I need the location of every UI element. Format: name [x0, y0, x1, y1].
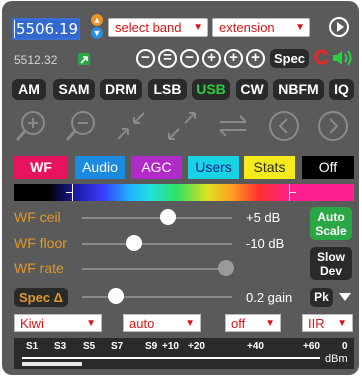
speaker-icon[interactable]	[331, 48, 353, 68]
swap-arrows-icon[interactable]	[216, 109, 250, 143]
mode-am-button[interactable]: AM	[12, 79, 46, 100]
smeter-baseline	[22, 357, 320, 359]
extension-select-label: extension	[219, 20, 275, 35]
pk-button[interactable]: Pk	[310, 288, 333, 307]
zoom-minus-icon[interactable]: −	[180, 49, 199, 68]
auto-scale-label: Auto Scale	[315, 210, 347, 238]
frequency-input[interactable]: 5506.19	[12, 18, 80, 40]
wf-ceil-slider[interactable]	[160, 209, 176, 225]
zoom-out-icon[interactable]	[64, 109, 98, 143]
iir-select[interactable]: IIR ▼	[302, 314, 353, 332]
mode-iq-button[interactable]: IQ	[329, 79, 354, 100]
spec-gain-value: 0.2 gain	[246, 290, 293, 305]
smeter-label: S7	[111, 341, 124, 352]
slow-dev-label: Slow Dev	[316, 250, 345, 278]
spec-button[interactable]: Spec	[270, 49, 309, 68]
frequency-readout: 5512.32	[14, 53, 58, 67]
mode-usb-button[interactable]: USB	[192, 79, 230, 100]
wf-rate-label: WF rate	[14, 260, 64, 276]
chevron-down-icon: ▼	[86, 318, 96, 329]
off-select-label: off	[231, 316, 246, 331]
control-panel: 5506.19 ▲ ▼ select band ▼ extension ▼ 5512…	[2, 1, 359, 375]
band-select-label: select band	[115, 20, 182, 35]
wf-rate-slider[interactable]	[218, 260, 234, 276]
wf-rate-track	[82, 268, 232, 270]
play-icon[interactable]	[329, 17, 349, 37]
refresh-icon[interactable]	[312, 48, 330, 68]
smeter-max-label: 0	[342, 341, 348, 352]
smeter-label: +40	[247, 341, 264, 352]
slow-dev-button[interactable]: Slow Dev	[310, 247, 352, 280]
chevron-down-icon[interactable]	[339, 293, 351, 301]
tab-stats[interactable]: Stats	[244, 156, 295, 179]
auto-select-label: auto	[129, 316, 155, 331]
wf-ceil-value: +5 dB	[246, 210, 281, 225]
auto-select[interactable]: auto ▼	[123, 314, 201, 332]
smeter-label: S1	[26, 341, 39, 352]
colormap-min-tick	[66, 192, 73, 193]
mode-sam-button[interactable]: SAM	[53, 79, 95, 100]
zoom-plus-double-icon[interactable]: +	[224, 49, 243, 68]
wf-floor-label: WF floor	[14, 235, 67, 251]
chevron-down-icon: ▼	[185, 318, 195, 329]
smeter-label: S9	[145, 341, 158, 352]
auto-scale-button[interactable]: Auto Scale	[310, 207, 352, 240]
next-circle-icon[interactable]	[316, 109, 350, 143]
freq-step-up-icon[interactable]: ▲	[91, 14, 103, 26]
mode-drm-button[interactable]: DRM	[100, 79, 142, 100]
spec-gain-track	[82, 296, 232, 298]
wf-floor-slider[interactable]	[126, 235, 142, 251]
wf-floor-track	[82, 243, 232, 245]
mode-nbfm-button[interactable]: NBFM	[273, 79, 324, 100]
zoom-expand-icon[interactable]	[165, 109, 199, 143]
zoom-plus-icon[interactable]: +	[202, 49, 221, 68]
smeter-label: S5	[83, 341, 96, 352]
extension-select[interactable]: extension ▼	[212, 18, 310, 37]
chevron-down-icon: ▼	[337, 318, 347, 329]
zoom-minus-all-icon[interactable]: −	[136, 49, 155, 68]
spec-delta-button[interactable]: Spec Δ	[14, 288, 68, 307]
tab-audio[interactable]: Audio	[75, 156, 125, 179]
smeter-label: +10	[162, 341, 179, 352]
wf-ceil-track	[82, 217, 232, 219]
colormap-max-tick	[289, 192, 296, 193]
smeter-label: S3	[54, 341, 67, 352]
chevron-down-icon: ▼	[265, 318, 275, 329]
chevron-down-icon: ▼	[295, 22, 305, 33]
chevron-down-icon: ▼	[193, 22, 203, 33]
tab-users[interactable]: Users	[188, 156, 239, 179]
tab-agc[interactable]: AGC	[131, 156, 182, 179]
prev-circle-icon[interactable]	[267, 109, 301, 143]
external-link-icon[interactable]	[78, 53, 90, 65]
smeter-level-bar	[22, 362, 82, 366]
zoom-plus-all-icon[interactable]: +	[246, 49, 265, 68]
iir-select-label: IIR	[308, 316, 325, 331]
agc-source-select[interactable]: Kiwi ▼	[14, 314, 102, 332]
tab-off[interactable]: Off	[302, 156, 354, 179]
mode-lsb-button[interactable]: LSB	[148, 79, 187, 100]
mode-cw-button[interactable]: CW	[236, 79, 268, 100]
zoom-in-icon[interactable]	[14, 109, 48, 143]
smeter-unit: dBm	[325, 353, 348, 365]
tab-wf[interactable]: WF	[14, 156, 68, 179]
frequency-value: 5506.19	[15, 20, 80, 38]
band-select[interactable]: select band ▼	[108, 18, 208, 37]
wf-ceil-label: WF ceil	[14, 209, 61, 225]
wf-floor-value: -10 dB	[246, 236, 285, 251]
s-meter: S1 S3 S5 S7 S9 +10 +20 +40 +60 0 dBm	[14, 338, 354, 369]
spec-gain-slider[interactable]	[108, 288, 124, 304]
zoom-minus-double-icon[interactable]: =	[158, 49, 177, 68]
smeter-label: +20	[188, 341, 205, 352]
freq-step-down-icon[interactable]: ▼	[91, 27, 103, 39]
off-select[interactable]: off ▼	[225, 314, 281, 332]
zoom-collapse-icon[interactable]	[114, 109, 148, 143]
waterfall-colormap-bar	[14, 184, 354, 201]
smeter-label: +60	[303, 341, 320, 352]
agc-source-label: Kiwi	[20, 316, 44, 331]
